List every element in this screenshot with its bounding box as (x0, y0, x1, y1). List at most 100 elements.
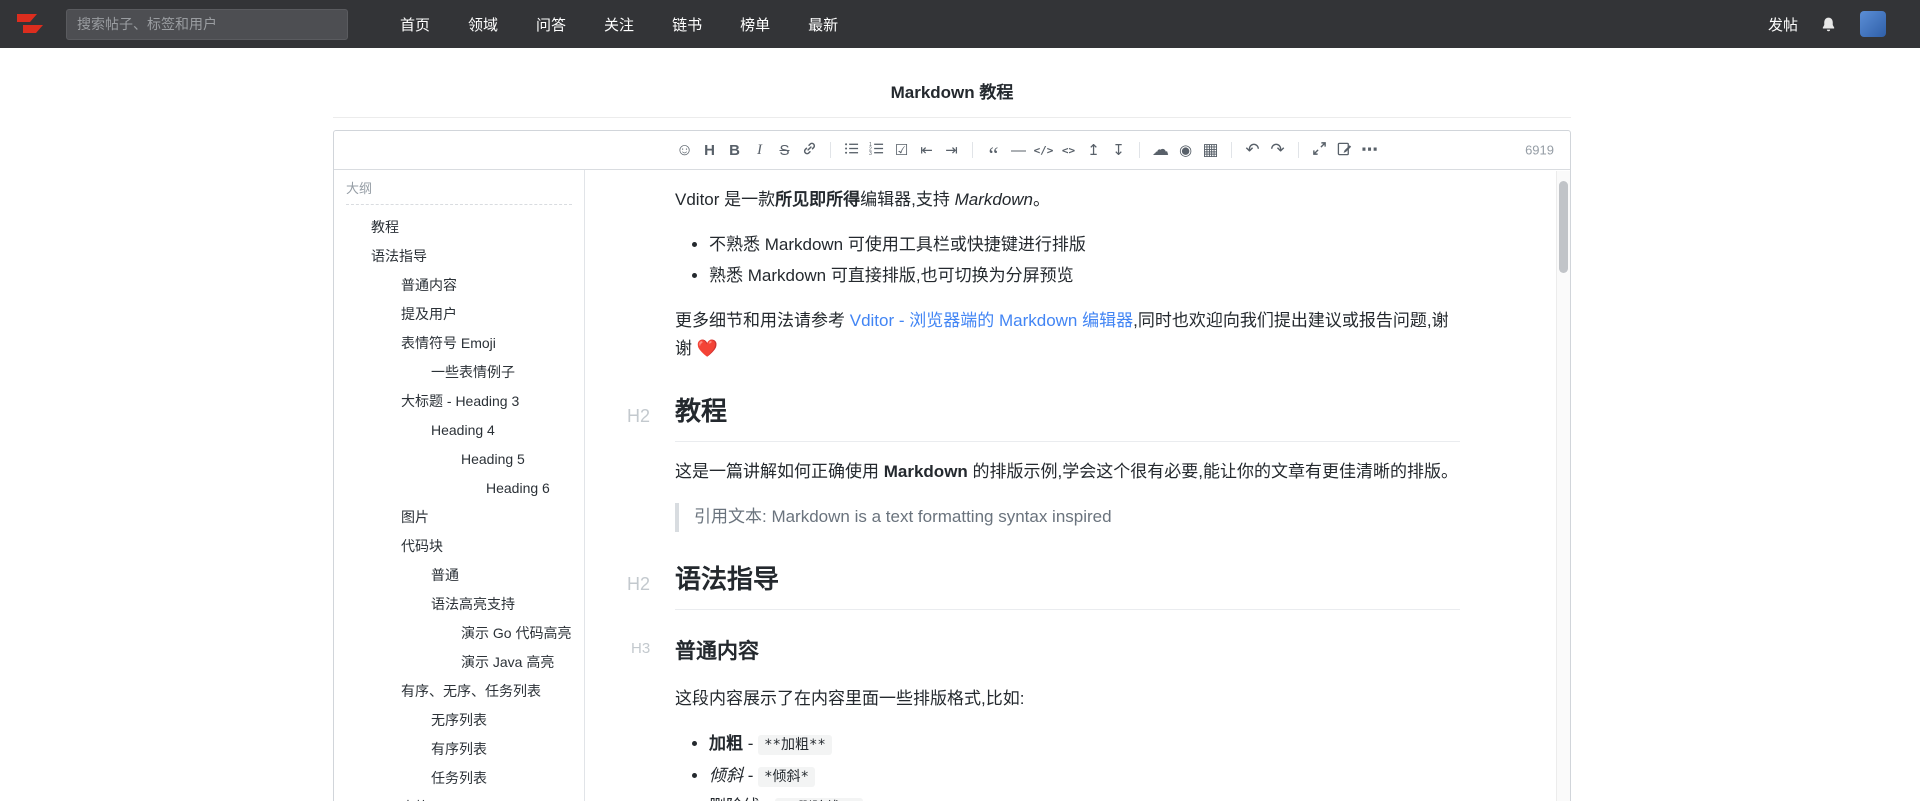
upload-button[interactable]: ☁ (1148, 138, 1173, 163)
toolbar-divider (1298, 142, 1299, 158)
list-button[interactable] (839, 138, 864, 163)
list-item: 加粗 - **加粗** (709, 730, 1460, 759)
horizontal-rule-icon: — (1011, 141, 1026, 159)
heading-syntax: H2 语法指导 (627, 558, 1460, 611)
paragraph: Vditor 是一款所见即所得编辑器,支持 Markdown。 (675, 190, 1051, 209)
upload-cloud-icon: ☁ (1152, 140, 1169, 159)
content-scrollbar[interactable] (1556, 171, 1570, 801)
emoji-button[interactable]: ☺ (672, 138, 697, 163)
ordered-list-button[interactable]: 123 (864, 138, 889, 163)
list-item: 熟悉 Markdown 可直接排版,也可切换为分屏预览 (709, 262, 1460, 291)
outline-item[interactable]: 任务列表 (334, 764, 584, 793)
emoji-icon: ☺ (675, 140, 694, 159)
bold-button[interactable]: B (722, 138, 747, 163)
new-post-button[interactable]: 发帖 (1768, 14, 1798, 35)
table-button[interactable]: ▦ (1198, 138, 1223, 163)
outline-item[interactable]: 一些表情例子 (334, 358, 584, 387)
heading-level-marker: H2 (627, 406, 651, 427)
character-counter: 6919 (1525, 142, 1554, 158)
outdent-icon: ⇤ (920, 142, 933, 159)
quote-button[interactable]: “ (981, 138, 1006, 166)
format-list: 加粗 - **加粗** 倾斜 - *倾斜* 删除线 - ~~删除线~~ Code… (675, 730, 1460, 801)
nav-item-home[interactable]: 首页 (400, 14, 430, 35)
ordered-list-icon: 123 (869, 141, 884, 160)
outline-item[interactable]: Heading 4 (334, 416, 584, 445)
outline-item[interactable]: 有序列表 (334, 735, 584, 764)
outline-item[interactable]: 演示 Go 代码高亮 (334, 619, 584, 648)
user-avatar[interactable] (1860, 11, 1886, 37)
outline-item[interactable]: 语法指导 (334, 242, 584, 271)
blockquote: 引用文本: Markdown is a text formatting synt… (675, 502, 1460, 532)
outline-item[interactable]: 演示 Java 高亮 (334, 648, 584, 677)
inline-code-button[interactable]: <> (1056, 138, 1081, 163)
check-list-button[interactable]: ☑ (889, 138, 914, 163)
outline-item[interactable]: 教程 (334, 213, 584, 242)
insert-after-icon: ↧ (1112, 142, 1125, 159)
insert-before-button[interactable]: ↥ (1081, 138, 1106, 163)
list-item: 倾斜 - *倾斜* (709, 762, 1460, 791)
link-button[interactable] (797, 138, 822, 163)
nav-item-domains[interactable]: 领域 (468, 14, 498, 35)
scrollbar-thumb[interactable] (1559, 181, 1568, 273)
redo-button[interactable]: ↷ (1265, 138, 1290, 163)
heart-emoji: ❤️ (696, 339, 718, 359)
editor-toolbar: ☺ H B I S 1 2 3 ☑ ⇤ ⇥ “ — </> <> ↥ ↧ ☁ ◉… (334, 131, 1570, 170)
notifications-bell-icon[interactable] (1820, 15, 1838, 33)
indent-button[interactable]: ⇥ (939, 138, 964, 163)
more-button[interactable]: ⋯ (1357, 138, 1382, 163)
outline-item[interactable]: 无序列表 (334, 706, 584, 735)
nav-item-books[interactable]: 链书 (672, 14, 702, 35)
undo-button[interactable]: ↶ (1240, 138, 1265, 163)
fullscreen-button[interactable] (1307, 138, 1332, 163)
strike-button[interactable]: S (772, 138, 797, 163)
paragraph: 更多细节和用法请参考 Vditor - 浏览器端的 Markdown 编辑器,同… (675, 310, 1449, 359)
toolbar-divider (1139, 142, 1140, 158)
insert-after-button[interactable]: ↧ (1106, 138, 1131, 163)
headings-button[interactable]: H (697, 138, 722, 163)
code-block-button[interactable]: </> (1031, 138, 1056, 163)
outline-item[interactable]: 普通内容 (334, 271, 584, 300)
outline-item[interactable]: Heading 5 (334, 445, 584, 474)
toolbar-divider (1231, 142, 1232, 158)
outline-item[interactable]: 表情符号 Emoji (334, 329, 584, 358)
link-icon (802, 141, 817, 160)
inline-code-icon: <> (1061, 143, 1076, 157)
nav-item-follow[interactable]: 关注 (604, 14, 634, 35)
site-logo-icon[interactable] (16, 11, 46, 37)
search-input[interactable] (66, 8, 348, 40)
edit-mode-button[interactable] (1332, 138, 1357, 163)
nav-item-qna[interactable]: 问答 (536, 14, 566, 35)
page-title: Markdown 教程 (333, 48, 1571, 118)
toolbar-divider (830, 142, 831, 158)
headings-icon: H (704, 141, 715, 159)
outline-item[interactable]: 提及用户 (334, 300, 584, 329)
outline-item[interactable]: 语法高亮支持 (334, 590, 584, 619)
editor-content[interactable]: Vditor 是一款所见即所得编辑器,支持 Markdown。 不熟悉 Mark… (585, 170, 1570, 801)
italic-icon: I (757, 141, 762, 158)
nav-item-ranklist[interactable]: 榜单 (740, 14, 770, 35)
more-ellipsis-icon: ⋯ (1361, 140, 1378, 159)
record-button[interactable]: ◉ (1173, 138, 1198, 163)
vditor-link[interactable]: Vditor - 浏览器端的 Markdown 编辑器 (850, 311, 1133, 330)
outline-item[interactable]: 表格 (334, 793, 584, 801)
outline-panel: 大纲 教程 语法指导 普通内容 提及用户 表情符号 Emoji 一些表情例子 大… (334, 170, 585, 801)
outline-item[interactable]: 大标题 - Heading 3 (334, 387, 584, 416)
nav-item-recent[interactable]: 最新 (808, 14, 838, 35)
outdent-button[interactable]: ⇤ (914, 138, 939, 163)
markdown-editor: ☺ H B I S 1 2 3 ☑ ⇤ ⇥ “ — </> <> ↥ ↧ ☁ ◉… (333, 130, 1571, 801)
outline-item[interactable]: 图片 (334, 503, 584, 532)
undo-icon: ↶ (1245, 140, 1260, 159)
italic-button[interactable]: I (747, 138, 772, 163)
horizontal-rule-button[interactable]: — (1006, 138, 1031, 163)
outline-item[interactable]: 有序、无序、任务列表 (334, 677, 584, 706)
navbar: 首页 领域 问答 关注 链书 榜单 最新 发帖 (0, 0, 1920, 48)
outline-title: 大纲 (346, 178, 572, 205)
article-editor-page: Markdown 教程 ☺ H B I S 1 2 3 ☑ ⇤ ⇥ “ — </… (333, 48, 1571, 801)
heading-level-marker: H2 (627, 573, 651, 594)
outline-item[interactable]: 普通 (334, 561, 584, 590)
heading-level-marker: H3 (631, 640, 651, 658)
heading-tutorial: H2 教程 (627, 390, 1460, 443)
outline-item[interactable]: Heading 6 (334, 474, 584, 503)
outline-item[interactable]: 代码块 (334, 532, 584, 561)
redo-icon: ↷ (1270, 140, 1285, 159)
